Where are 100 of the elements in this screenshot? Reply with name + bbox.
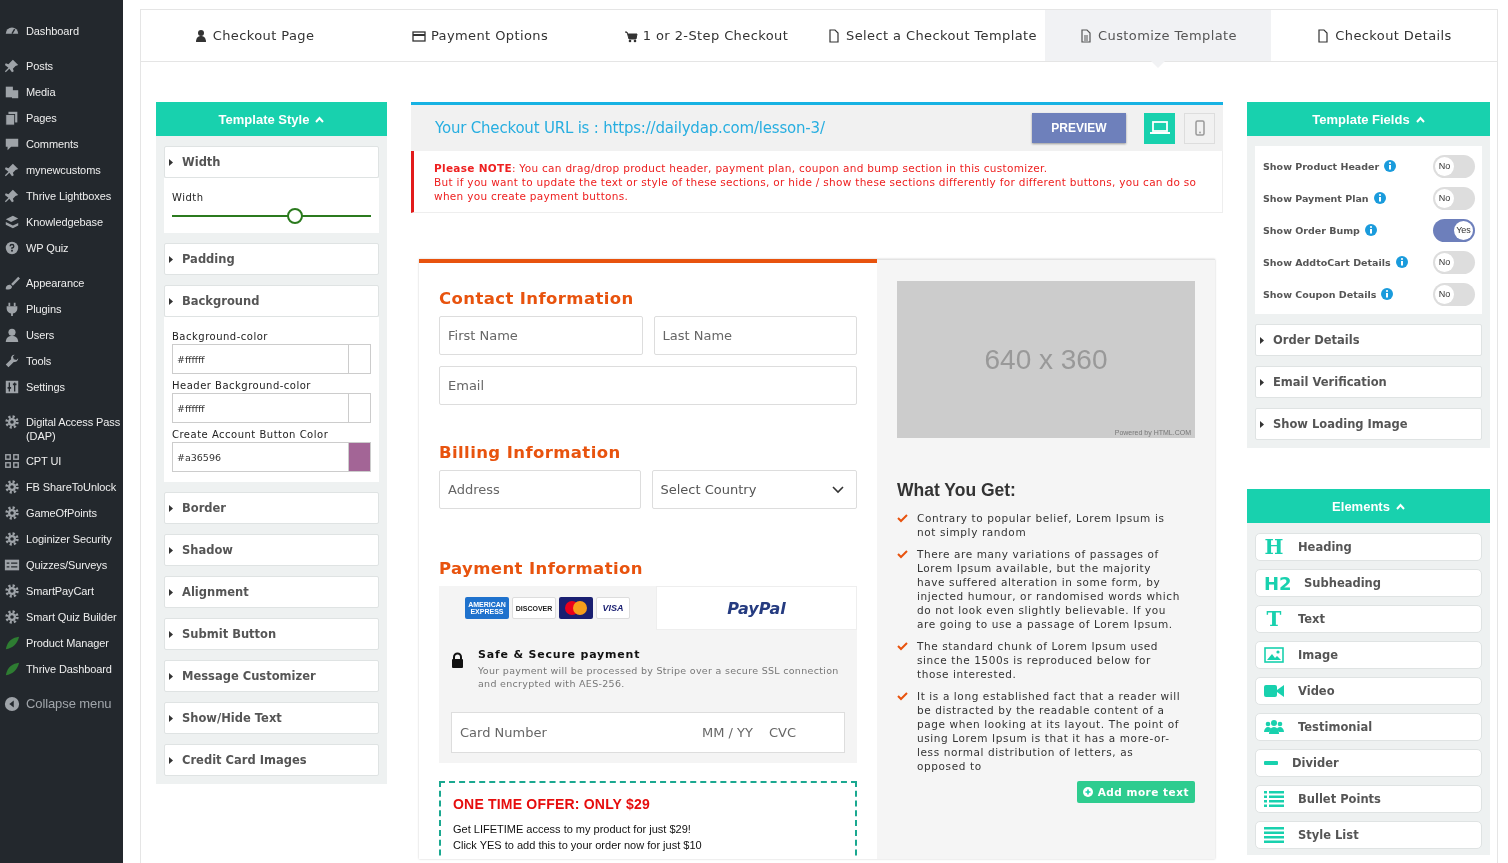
menu-item[interactable]: Knowledgebase — [0, 209, 123, 235]
menu-item[interactable]: Appearance — [0, 270, 123, 296]
paypal-tab[interactable]: PayPal — [656, 586, 857, 630]
country-select[interactable]: Select Country — [651, 470, 857, 509]
accordion-header[interactable]: Shadow — [164, 534, 379, 566]
accordion-header[interactable]: Background — [164, 285, 379, 317]
menu-item[interactable]: CPT UI — [0, 448, 123, 474]
desktop-view-button[interactable] — [1144, 112, 1175, 144]
color-input[interactable]: #a36596 — [172, 442, 348, 472]
toggle-switch[interactable]: No — [1433, 250, 1475, 274]
color-swatch[interactable] — [348, 442, 371, 472]
menu-item[interactable]: SmartPayCart — [0, 578, 123, 604]
element-icon: T — [1264, 609, 1284, 629]
menu-item[interactable]: Users — [0, 322, 123, 348]
card-number-placeholder: Card Number — [460, 725, 548, 740]
accordion-header[interactable]: Show/Hide Text — [164, 702, 379, 734]
gear-icon — [4, 479, 20, 495]
last-name-field[interactable]: Last Name — [653, 316, 857, 355]
element-item[interactable]: Bullet Points — [1255, 785, 1482, 813]
accordion-header[interactable]: Border — [164, 492, 379, 524]
menu-item[interactable]: Media — [0, 79, 123, 105]
caret-right-icon — [1260, 420, 1264, 428]
menu-item[interactable]: Dashboard — [0, 18, 123, 44]
caret-right-icon — [169, 714, 173, 722]
grid-icon — [4, 453, 20, 469]
accordion-header[interactable]: Credit Card Images — [164, 744, 379, 776]
toggle-switch[interactable]: No — [1433, 282, 1475, 306]
menu-item[interactable]: Pages — [0, 105, 123, 131]
menu-item[interactable]: Product Manager — [0, 630, 123, 656]
menu-item[interactable]: Posts — [0, 53, 123, 79]
element-item[interactable]: Testimonial — [1255, 713, 1482, 741]
video-camera-icon — [1264, 684, 1284, 698]
pin-icon — [4, 162, 20, 178]
element-item[interactable]: Style List — [1255, 821, 1482, 849]
color-input[interactable]: #ffffff — [172, 393, 348, 423]
gear-icon — [4, 609, 20, 625]
color-swatch[interactable] — [348, 393, 371, 423]
menu-item[interactable]: Digital Access Pass (DAP) — [0, 409, 123, 448]
caret-right-icon — [169, 630, 173, 638]
accordion-header[interactable]: Padding — [164, 243, 379, 275]
accordion-header[interactable]: Show Loading Image — [1255, 408, 1482, 440]
phone-icon — [1194, 120, 1205, 136]
element-item[interactable]: H Heading — [1255, 533, 1482, 561]
menu-item[interactable]: Plugins — [0, 296, 123, 322]
menu-item[interactable]: Smart Quiz Builder — [0, 604, 123, 630]
accordion-header[interactable]: Email Verification — [1255, 366, 1482, 398]
toggle-switch[interactable]: No — [1433, 154, 1475, 178]
menu-item[interactable]: Settings — [0, 374, 123, 400]
accordion-header[interactable]: Alignment — [164, 576, 379, 608]
element-item[interactable]: H2 Subheading — [1255, 569, 1482, 597]
menu-item[interactable]: mynewcustoms — [0, 157, 123, 183]
first-name-field[interactable]: First Name — [439, 316, 643, 355]
menu-item[interactable]: Quizzes/Surveys — [0, 552, 123, 578]
email-field[interactable]: Email — [439, 366, 857, 405]
caret-right-icon — [169, 546, 173, 554]
toggle-switch[interactable]: No — [1433, 186, 1475, 210]
lines-icon — [1264, 827, 1284, 843]
color-input[interactable]: #ffffff — [172, 344, 348, 374]
bullet-list-icon — [1264, 791, 1284, 807]
note-text: But if you want to update the text or style of these sections, or hide / show these sections differently for different buttons, you can do so when you create payment buttons. — [434, 175, 1198, 203]
element-item[interactable]: Divider — [1255, 749, 1482, 777]
menu-item[interactable]: Loginizer Security — [0, 526, 123, 552]
menu-item[interactable]: Comments — [0, 131, 123, 157]
accordion-header[interactable]: Width — [164, 146, 379, 178]
collapse-icon — [4, 696, 20, 712]
card-logo — [559, 597, 593, 619]
menu-item[interactable]: Tools — [0, 348, 123, 374]
secure-title: Safe & Secure payment — [478, 648, 641, 661]
menu-item[interactable]: FB ShareToUnlock — [0, 474, 123, 500]
menu-item[interactable]: GameOfPoints — [0, 500, 123, 526]
benefit-text: It is a long established fact that a reader will be distracted by the readable content of a page when looking at its layout. The point of using Lorem Ipsum is that it has a more-or-less normal distribution of letters, as opposed to — [917, 689, 1182, 773]
element-item[interactable]: Video — [1255, 677, 1482, 705]
plug-icon — [4, 301, 20, 317]
card-field[interactable]: Card Number MM / YY CVC — [451, 712, 845, 753]
benefit-text: There are many variations of passages of Lorem Ipsum available, but the majority have suffered alteration in some form, by injected humour, or randomised words which do not look even slightly believable. If you are going to use a passage of Lorem Ipsum. — [917, 547, 1181, 631]
menu-item[interactable]: Thrive Dashboard — [0, 656, 123, 682]
collapse-menu-button[interactable]: Collapse menu — [0, 691, 123, 717]
gear-icon — [4, 531, 20, 547]
accordion-header[interactable]: Message Customizer — [164, 660, 379, 692]
accordion-header[interactable]: Order Details — [1255, 324, 1482, 356]
menu-item[interactable]: Thrive Lightboxes — [0, 183, 123, 209]
accordion-header[interactable]: Submit Button — [164, 618, 379, 650]
slider-thumb[interactable] — [287, 208, 304, 224]
field-label: Width — [172, 192, 205, 203]
mobile-view-button[interactable] — [1184, 112, 1215, 144]
toggle-label: Show Order Bump — [1263, 224, 1360, 236]
address-field[interactable]: Address — [439, 470, 641, 509]
color-swatch[interactable] — [348, 344, 371, 374]
field-label: Header Background-color — [172, 380, 312, 391]
checkout-url: Your Checkout URL is : https://dailydap.com/lesson-3/ — [435, 119, 826, 137]
leaf-icon — [4, 661, 20, 677]
document-icon — [827, 28, 841, 43]
element-item[interactable]: T Text — [1255, 605, 1482, 633]
menu-item[interactable]: WP Quiz — [0, 235, 123, 261]
preview-button[interactable]: PREVIEW — [1032, 113, 1126, 143]
offer-title: ONE TIME OFFER: ONLY $29 — [453, 796, 650, 812]
element-item[interactable]: Image — [1255, 641, 1482, 669]
lock-icon — [451, 652, 464, 668]
info-icon — [1373, 192, 1386, 204]
toggle-switch[interactable]: Yes — [1433, 218, 1475, 242]
